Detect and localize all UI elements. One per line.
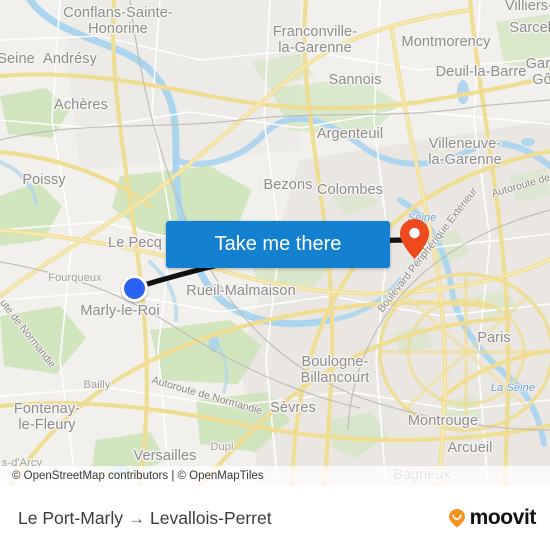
trip-destination: Levallois-Perret	[150, 507, 272, 528]
origin-marker[interactable]	[121, 275, 148, 302]
arrow-right-icon: →	[128, 508, 146, 528]
map-pin-icon	[400, 219, 429, 259]
moovit-logo[interactable]: moovit	[446, 506, 536, 530]
moovit-wordmark: moovit	[469, 506, 537, 529]
footer-bar: Le Port-Marly → Levallois-Perret moovit	[0, 486, 550, 550]
origin-marker-dot	[124, 278, 145, 299]
moovit-map-screen: Conflans-Sainte- Honorine Andrésy Seine Ach…	[0, 0, 550, 550]
trip-title: Le Port-Marly → Levallois-Perret	[18, 508, 272, 529]
trip-origin: Le Port-Marly	[18, 507, 124, 528]
destination-marker[interactable]	[400, 219, 429, 259]
take-me-there-button[interactable]: Take me there	[166, 221, 390, 268]
map-canvas[interactable]: Conflans-Sainte- Honorine Andrésy Seine Ach…	[0, 0, 550, 486]
moovit-pin-icon	[448, 509, 465, 528]
paris-ring	[378, 272, 550, 432]
map-attribution[interactable]: © OpenStreetMap contributors | © OpenMap…	[0, 466, 550, 486]
